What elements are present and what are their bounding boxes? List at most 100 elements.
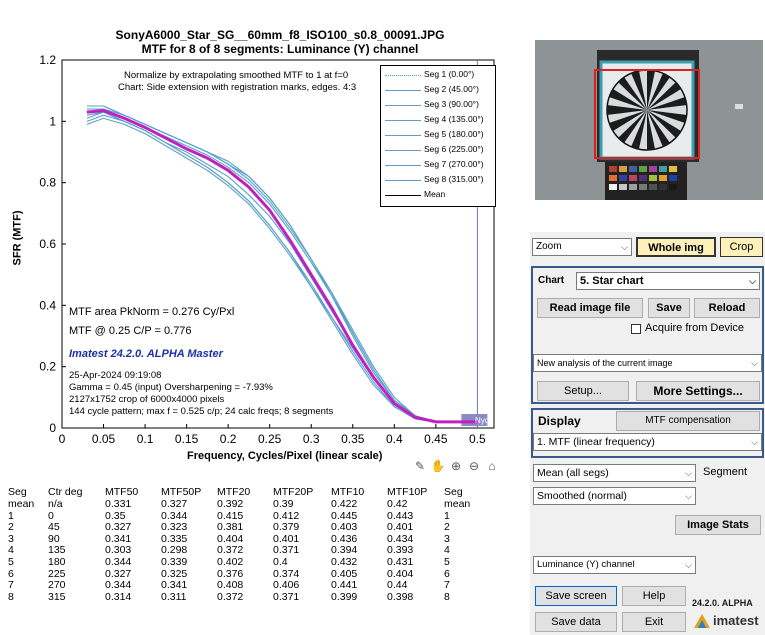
zoom-select[interactable]: Zoom ⌵ xyxy=(532,238,632,256)
table-cell: 1 xyxy=(8,509,14,522)
legend-item: Seg 7 (270.00°) xyxy=(381,158,495,172)
table-cell: n/a xyxy=(48,498,63,510)
table-cell: 0.311 xyxy=(161,590,187,603)
gamma-note: Gamma = 0.45 (input) Oversharpening = -7… xyxy=(69,382,273,393)
table-cell: mean xyxy=(444,498,471,510)
table-cell: mean xyxy=(8,498,35,510)
table-cell: 0.39 xyxy=(273,498,294,510)
mtf-compensation-button[interactable]: MTF compensation xyxy=(616,411,760,431)
table-cell: 0.431 xyxy=(387,555,414,568)
table-cell: 0.402 xyxy=(217,555,244,568)
table-cell: 7 xyxy=(444,579,450,592)
table-cell: 0.432 xyxy=(331,555,358,568)
mtf-area-note: MTF area PkNorm = 0.276 Cy/Pxl xyxy=(69,306,235,318)
pattern-note: 144 cycle pattern; max f = 0.525 c/p; 24… xyxy=(69,406,334,417)
chart-type-note: Chart: Side extension with registration … xyxy=(118,82,357,93)
table-cell: 0.441 xyxy=(331,579,358,592)
table-cell: 1 xyxy=(444,509,450,522)
mean-select[interactable]: Mean (all segs) ⌵ xyxy=(533,464,696,482)
date-note: 25-Apr-2024 09:19:08 xyxy=(69,370,162,381)
y-tick-label: 0.6 xyxy=(39,237,56,251)
table-cell: 180 xyxy=(48,555,66,568)
normalize-note: Normalize by extrapolating smoothed MTF … xyxy=(124,70,349,81)
x-tick-label: 0.5 xyxy=(469,432,486,446)
save-screen-button[interactable]: Save screen xyxy=(535,586,617,606)
x-tick-label: 0.1 xyxy=(137,432,154,446)
channel-select[interactable]: Luminance (Y) channel ⌵ xyxy=(533,556,696,574)
legend-item: Seg 4 (135.00°) xyxy=(381,113,495,127)
results-table: Seg Ctr deg MTF50 MTF50P MTF20 MTF20P MT… xyxy=(8,486,484,603)
table-cell: 0.408 xyxy=(217,579,244,592)
table-cell: 0.392 xyxy=(217,498,244,510)
table-cell: 0.344 xyxy=(105,579,132,592)
home-icon[interactable]: ⌂ xyxy=(484,458,500,474)
image-stats-button[interactable]: Image Stats xyxy=(675,515,761,535)
x-tick-label: 0.3 xyxy=(303,432,320,446)
table-cell: 6 xyxy=(8,567,14,580)
x-tick-label: 0.25 xyxy=(258,432,282,446)
x-tick-label: 0.4 xyxy=(386,432,403,446)
version-label: 24.2.0. ALPHA xyxy=(692,598,753,608)
table-cell: 0.406 xyxy=(273,579,300,592)
table-row: 7 270 0.344 0.341 0.408 0.406 0.441 0.44 7 xyxy=(8,580,484,592)
x-tick-label: 0.15 xyxy=(175,432,199,446)
table-cell: 0.398 xyxy=(387,590,414,603)
display-label: Display xyxy=(538,414,581,428)
pan-hand-icon[interactable]: ✋ xyxy=(430,458,446,474)
chart-select[interactable]: 5. Star chart ⌵ xyxy=(576,272,760,290)
chart-legend: Seg 1 (0.00°) Seg 2 (45.00°) Seg 3 (90.0… xyxy=(380,65,496,207)
x-tick-label: 0.45 xyxy=(424,432,448,446)
y-tick-label: 1 xyxy=(49,114,56,128)
analysis-select[interactable]: New analysis of the current image ⌵ xyxy=(533,354,762,372)
table-row: 8 315 0.314 0.311 0.372 0.371 0.399 0.398 8 xyxy=(8,590,484,604)
zoom-in-icon[interactable]: ⊕ xyxy=(448,458,464,474)
display-select[interactable]: 1. MTF (linear frequency) ⌵ xyxy=(533,433,762,451)
smoothing-select[interactable]: Smoothed (normal) ⌵ xyxy=(533,487,696,505)
table-cell: 4 xyxy=(8,544,14,557)
table-cell: 5 xyxy=(8,555,14,568)
table-row: 6 225 0.327 0.325 0.376 0.374 0.405 0.404 6 xyxy=(8,567,484,581)
table-cell: 315 xyxy=(48,590,66,603)
version-note: Imatest 24.2.0. ALPHA Master xyxy=(69,348,223,360)
save-data-button[interactable]: Save data xyxy=(535,612,617,632)
brush-icon[interactable]: ✎ xyxy=(412,458,428,474)
nyquist-label: Nyq xyxy=(475,416,490,425)
table-cell: 0.42 xyxy=(387,498,408,510)
table-cell: 0.44 xyxy=(387,579,408,592)
y-tick-label: 1.2 xyxy=(39,53,56,67)
table-cell: 5 xyxy=(444,555,450,568)
help-button[interactable]: Help xyxy=(622,586,686,606)
table-cell: 3 xyxy=(8,532,14,545)
x-axis-label: Frequency, Cycles/Pixel (linear scale) xyxy=(187,450,383,462)
exit-button[interactable]: Exit xyxy=(622,612,686,632)
star-chart-image xyxy=(535,40,763,200)
table-cell: 3 xyxy=(444,532,450,545)
reload-button[interactable]: Reload xyxy=(694,298,760,318)
table-cell: 8 xyxy=(444,590,450,603)
imatest-logo-text: imatest xyxy=(713,613,759,628)
acquire-checkbox[interactable] xyxy=(631,324,641,334)
crop-button[interactable]: Crop xyxy=(720,237,763,257)
more-settings-button[interactable]: More Settings... xyxy=(636,381,760,401)
whole-img-button[interactable]: Whole img xyxy=(636,237,716,257)
segment-label: Segment xyxy=(703,466,748,478)
table-cell: 0.327 xyxy=(161,498,188,510)
save-button[interactable]: Save xyxy=(648,298,690,318)
legend-item: Seg 5 (180.00°) xyxy=(381,128,495,142)
table-cell: 2 xyxy=(444,521,450,534)
table-cell: 8 xyxy=(8,590,14,603)
table-cell: 0.314 xyxy=(105,590,132,603)
legend-item: Seg 1 (0.00°) xyxy=(381,68,495,82)
table-cell: 0.331 xyxy=(105,498,132,510)
setup-button[interactable]: Setup... xyxy=(537,381,629,401)
y-tick-label: 0 xyxy=(49,421,56,435)
legend-item-mean: Mean xyxy=(381,188,495,202)
y-axis-label: SFR (MTF) xyxy=(11,210,24,266)
table-cell: 2 xyxy=(8,521,14,534)
acquire-label: Acquire from Device xyxy=(645,322,745,334)
chart-thumbnail[interactable] xyxy=(535,40,763,200)
table-cell: 270 xyxy=(48,579,66,592)
table-header-row: Seg Ctr deg MTF50 MTF50P MTF20 MTF20P MT… xyxy=(8,486,484,499)
zoom-out-icon[interactable]: ⊖ xyxy=(466,458,482,474)
read-image-button[interactable]: Read image file xyxy=(537,298,643,318)
